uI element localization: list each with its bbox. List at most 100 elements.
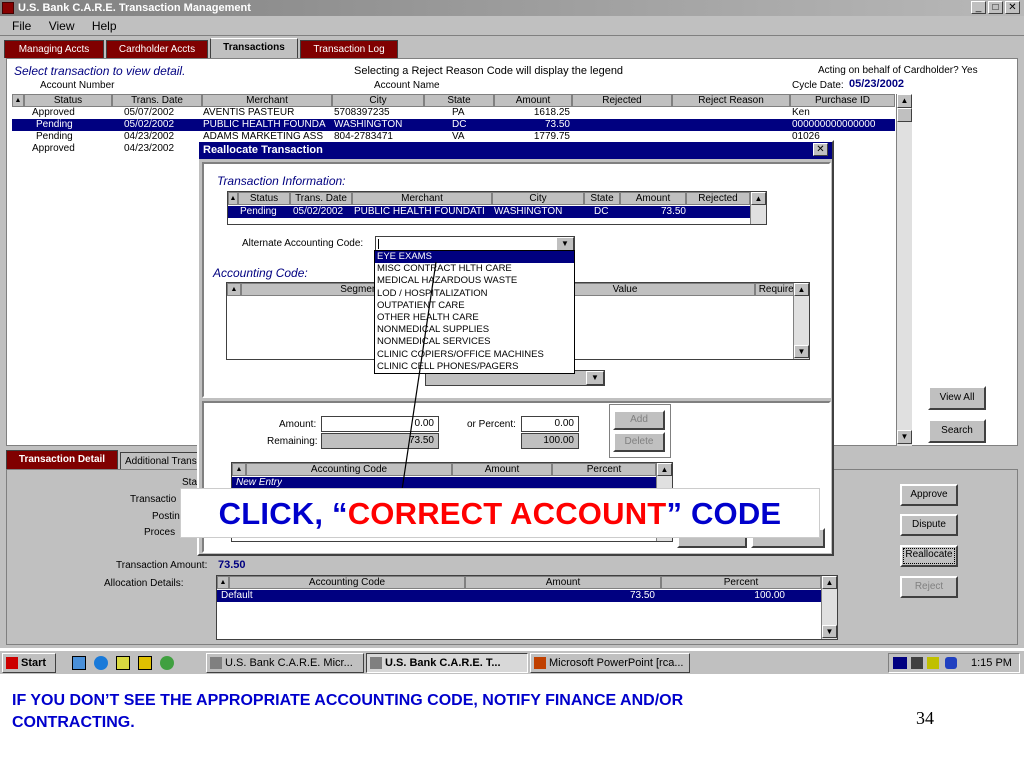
scroll-down-icon[interactable]: ▼ [822, 625, 837, 638]
outlook-icon[interactable] [116, 656, 130, 670]
menu-view[interactable]: View [49, 19, 75, 33]
main-table-scrollbar[interactable]: ▲ ▼ [896, 94, 912, 446]
menu-file[interactable]: File [12, 19, 31, 33]
sort-arrow-icon[interactable]: ▲ [227, 283, 241, 296]
col-rejected[interactable]: Rejected [572, 94, 672, 107]
internet-explorer-icon[interactable] [94, 656, 108, 670]
col-status[interactable]: Status [238, 192, 290, 205]
scroll-up-icon[interactable]: ▲ [657, 463, 672, 476]
allocation-details-label: Allocation Details: [104, 578, 184, 589]
tray-app-icon[interactable] [927, 657, 939, 669]
scroll-down-icon[interactable]: ▼ [794, 345, 809, 358]
col-status[interactable]: Status [24, 94, 112, 107]
quick-launch-app-icon[interactable] [138, 656, 152, 670]
sort-arrow-icon[interactable]: ▲ [232, 463, 246, 476]
col-city[interactable]: City [492, 192, 584, 205]
powerpoint-icon [534, 657, 546, 669]
tab-transaction-detail[interactable]: Transaction Detail [6, 450, 118, 469]
tab-transactions[interactable]: Transactions [210, 38, 298, 58]
reject-button[interactable]: Reject [900, 576, 958, 598]
percent-input[interactable]: 0.00 [521, 416, 579, 432]
taskbar-item-care-active[interactable]: U.S. Bank C.A.R.E. T... [366, 653, 528, 673]
col-percent[interactable]: Percent [552, 463, 656, 476]
scroll-down-icon[interactable]: ▼ [897, 430, 912, 444]
col-purchase-id[interactable]: Purchase ID [790, 94, 895, 107]
chevron-down-icon[interactable]: ▼ [556, 237, 574, 251]
clock[interactable]: 1:15 PM [971, 657, 1012, 669]
allocation-scrollbar[interactable]: ▲ ▼ [821, 576, 837, 639]
col-state[interactable]: State [584, 192, 620, 205]
maximize-button[interactable]: □ [988, 1, 1003, 14]
start-button[interactable]: Start [2, 653, 56, 673]
dialog-title: Reallocate Transaction [199, 142, 832, 159]
task-label: Microsoft PowerPoint [rca... [549, 657, 684, 669]
col-amount[interactable]: Amount [452, 463, 552, 476]
callout-suffix: ” CODE [666, 496, 782, 531]
menu-help[interactable]: Help [92, 19, 117, 33]
task-label: U.S. Bank C.A.R.E. T... [385, 657, 501, 669]
minimize-button[interactable]: _ [971, 1, 986, 14]
taskbar-item-powerpoint[interactable]: Microsoft PowerPoint [rca... [530, 653, 690, 673]
callout-highlight: CORRECT ACCOUNT [347, 496, 667, 531]
scroll-thumb[interactable] [897, 108, 912, 122]
col-accounting-code[interactable]: Accounting Code [229, 576, 465, 589]
quick-launch-tool-icon[interactable] [160, 656, 174, 670]
app-icon [2, 2, 14, 14]
posting-label: Postin [152, 511, 180, 522]
col-trans-date[interactable]: Trans. Date [112, 94, 202, 107]
cell-date: 05/02/2002 [293, 206, 344, 217]
table-row-selected[interactable]: Pending 05/02/2002 PUBLIC HEALTH FOUNDA … [12, 119, 895, 131]
search-button[interactable]: Search [928, 419, 986, 443]
sort-arrow-icon[interactable]: ▲ [228, 192, 238, 205]
transaction-amount-value: 73.50 [218, 559, 246, 571]
scroll-up-icon[interactable]: ▲ [897, 94, 912, 108]
col-merchant[interactable]: Merchant [202, 94, 332, 107]
col-reject-reason[interactable]: Reject Reason [672, 94, 790, 107]
view-all-button[interactable]: View All [928, 386, 986, 410]
dialog-close-icon[interactable]: ✕ [813, 143, 828, 156]
cell-purchase-id: Ken [792, 107, 810, 118]
scroll-up-icon[interactable]: ▲ [822, 576, 837, 589]
col-amount[interactable]: Amount [494, 94, 572, 107]
col-percent[interactable]: Percent [661, 576, 821, 589]
col-trans-date[interactable]: Trans. Date [290, 192, 352, 205]
cell-merchant: AVENTIS PASTEUR [203, 107, 295, 118]
tray-speaker-icon[interactable] [911, 657, 923, 669]
cell-amount: 1618.25 [533, 107, 570, 118]
table-row[interactable]: Approved 05/07/2002 AVENTIS PASTEUR 5708… [12, 107, 895, 119]
col-merchant[interactable]: Merchant [352, 192, 492, 205]
info-scrollbar[interactable]: ▲ [750, 192, 766, 224]
app-icon [210, 657, 222, 669]
chevron-down-icon[interactable]: ▼ [586, 371, 604, 385]
close-button[interactable]: ✕ [1005, 1, 1020, 14]
col-city[interactable]: City [332, 94, 424, 107]
desktop-icon[interactable] [72, 656, 86, 670]
col-state[interactable]: State [424, 94, 494, 107]
segment-scrollbar[interactable]: ▲ ▼ [793, 283, 809, 359]
reallocate-button[interactable]: Reallocate [900, 545, 958, 567]
approve-button[interactable]: Approve [900, 484, 958, 506]
tab-cardholder-accts[interactable]: Cardholder Accts [106, 40, 208, 58]
tab-additional-trans[interactable]: Additional Trans [120, 452, 200, 469]
table-row-selected[interactable]: Pending 05/02/2002 PUBLIC HEALTH FOUNDAT… [228, 206, 750, 218]
tab-managing-accts[interactable]: Managing Accts [4, 40, 104, 58]
delete-button[interactable]: Delete [613, 432, 665, 452]
add-button[interactable]: Add [613, 410, 665, 430]
sort-arrow-icon[interactable]: ▲ [217, 576, 229, 589]
col-amount[interactable]: Amount [465, 576, 661, 589]
col-rejected[interactable]: Rejected [686, 192, 750, 205]
callout-pointer-line [401, 261, 437, 491]
table-row-selected[interactable]: Default 73.50 100.00 [217, 590, 821, 602]
scroll-up-icon[interactable]: ▲ [794, 283, 809, 296]
tab-transaction-log[interactable]: Transaction Log [300, 40, 398, 58]
dispute-button[interactable]: Dispute [900, 514, 958, 536]
cell-merchant: PUBLIC HEALTH FOUNDA [203, 119, 326, 130]
scroll-up-icon[interactable]: ▲ [751, 192, 766, 205]
tray-shield-icon[interactable] [945, 657, 957, 669]
tray-network-icon[interactable] [893, 657, 907, 669]
col-amount[interactable]: Amount [620, 192, 686, 205]
app-icon [370, 657, 382, 669]
sort-arrow-icon[interactable]: ▲ [12, 94, 24, 107]
taskbar-item-care-micr[interactable]: U.S. Bank C.A.R.E. Micr... [206, 653, 364, 673]
transaction-amount-label: Transaction Amount: [116, 560, 208, 571]
